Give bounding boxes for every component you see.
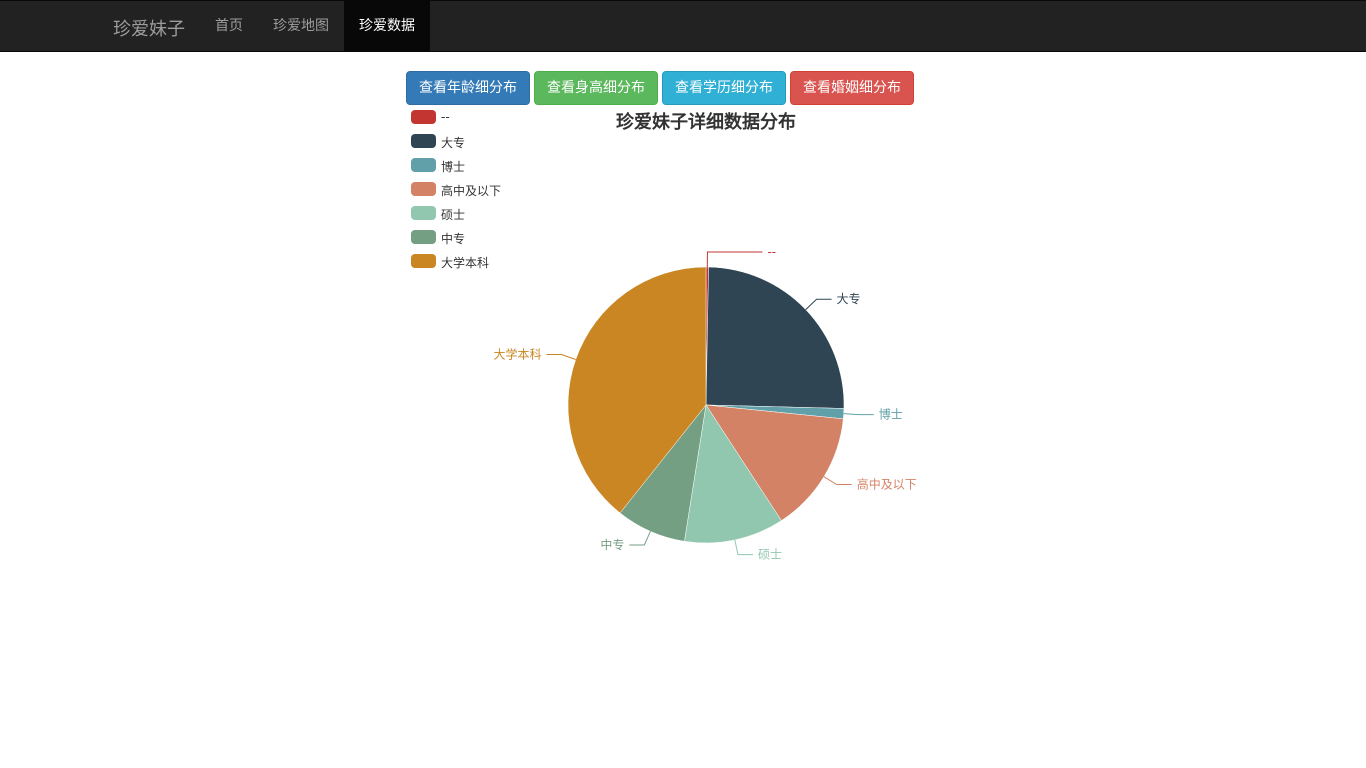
slice-label: 硕士	[758, 548, 782, 562]
label-line	[629, 531, 651, 546]
label-line	[546, 354, 576, 360]
slice-label: 大专	[837, 291, 861, 306]
slice-label: 高中及以下	[857, 477, 917, 492]
slice-label: 大学本科	[494, 347, 542, 362]
label-line	[823, 476, 852, 486]
label-line	[706, 251, 763, 268]
label-line	[843, 413, 874, 416]
slice-label: --	[767, 245, 776, 259]
slice-label: 博士	[879, 407, 903, 422]
pie-chart: -- 大专博士高中及以下硕士 中专 大学本科	[494, 245, 917, 562]
label-line	[805, 298, 832, 310]
slice-label: 中专	[600, 537, 624, 552]
pie-slice[interactable]	[705, 266, 845, 409]
label-line	[734, 539, 753, 556]
